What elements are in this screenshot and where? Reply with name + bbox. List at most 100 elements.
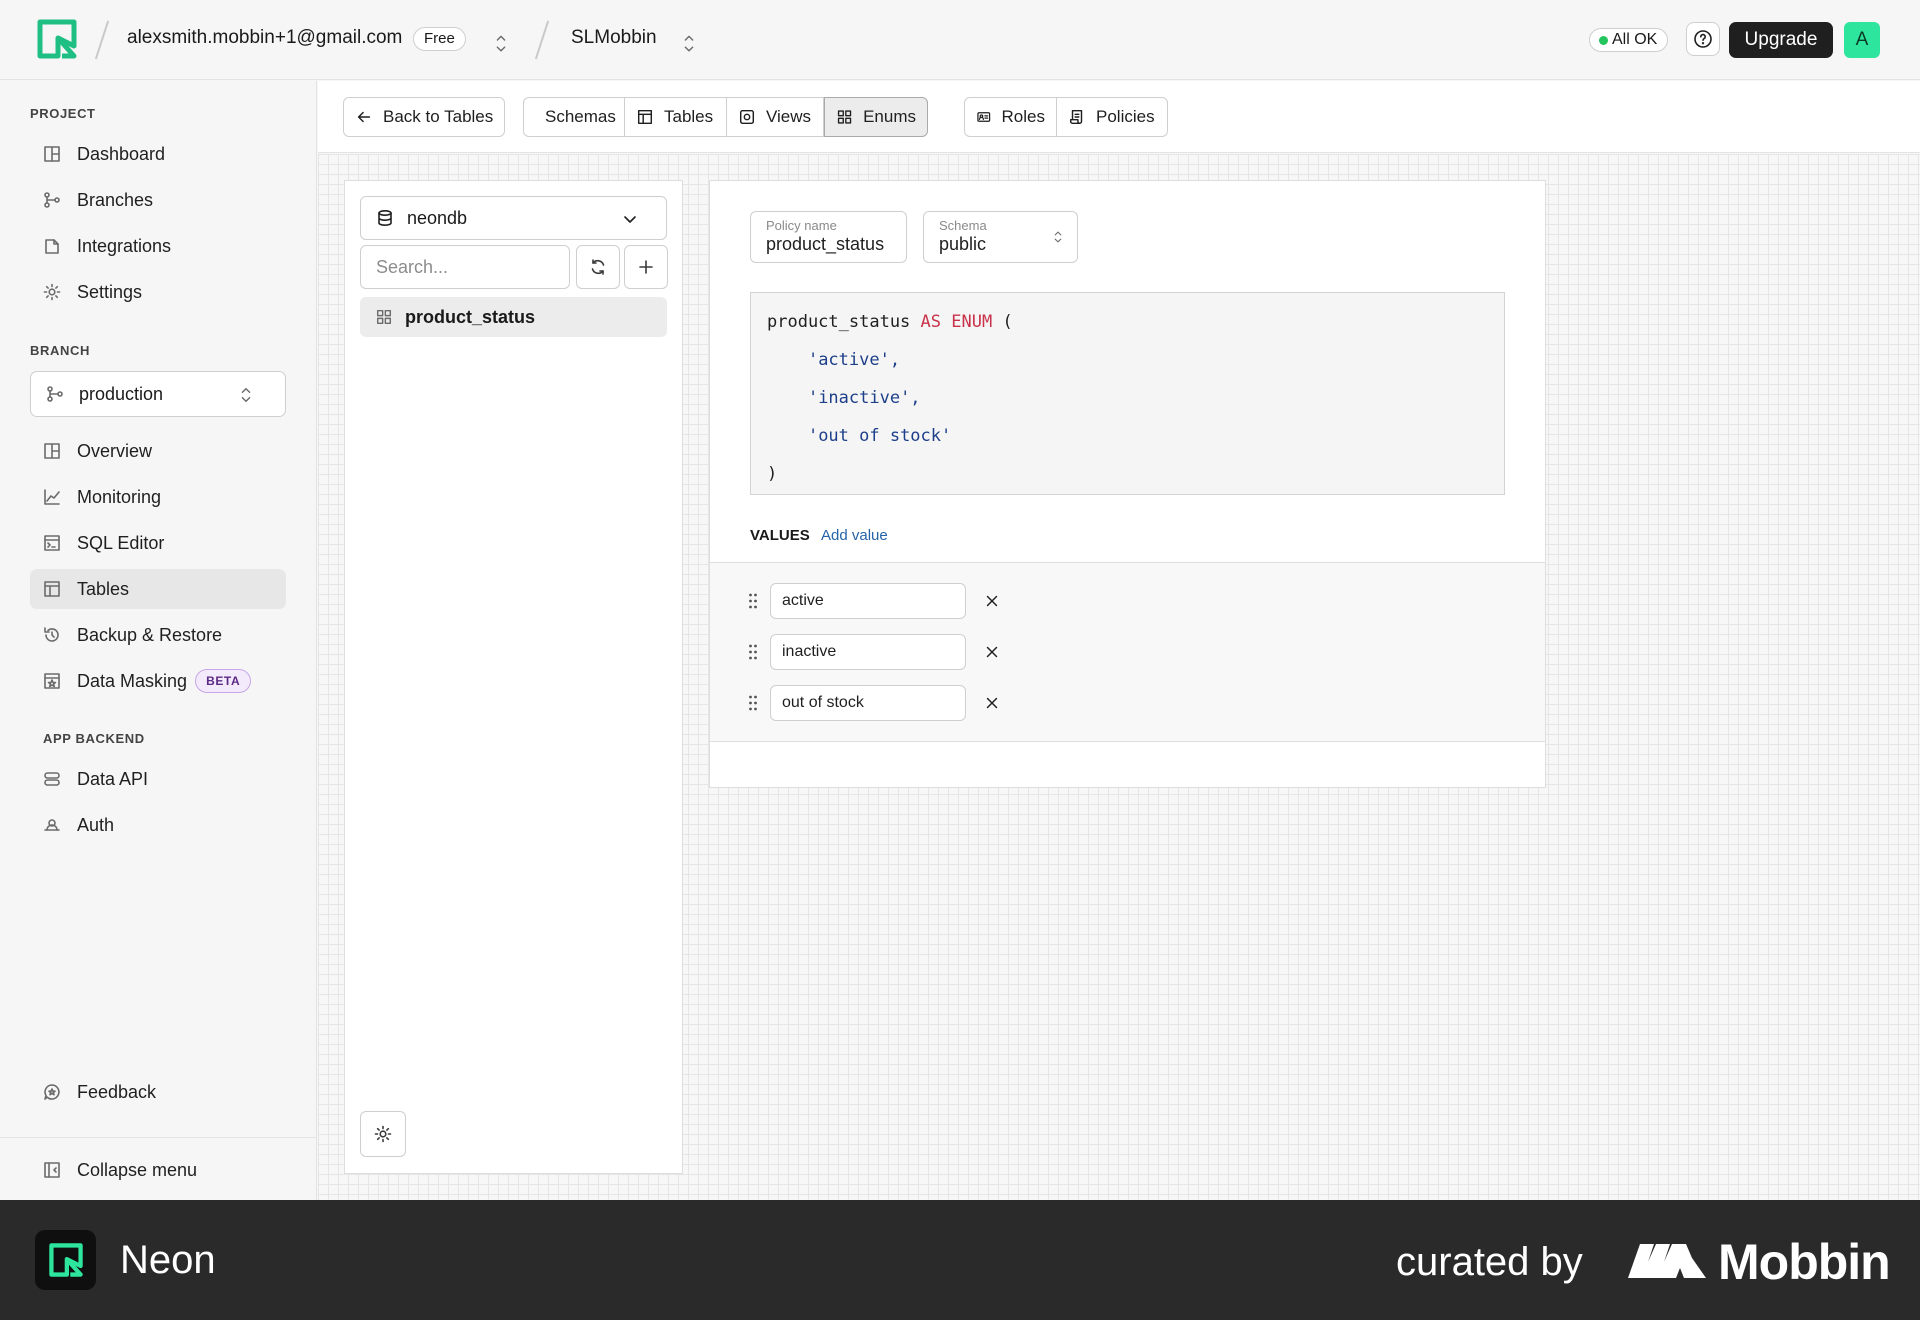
sidebar-item-auth[interactable]: Auth — [30, 805, 286, 845]
chevron-updown-icon — [1054, 231, 1062, 243]
tab-roles-label: Roles — [1001, 107, 1045, 126]
sidebar-item-tables[interactable]: Tables — [30, 569, 286, 609]
sidebar-item-branches[interactable]: Branches — [30, 180, 286, 220]
tab-views-label: Views — [766, 107, 812, 126]
sidebar-item-label: Data API — [77, 768, 149, 789]
section-label-branch: BRANCH — [30, 343, 90, 358]
sidebar-item-integrations[interactable]: Integrations — [30, 226, 286, 266]
search-input[interactable] — [360, 245, 570, 289]
add-value-link[interactable]: Add value — [821, 527, 888, 544]
sidebar-item-settings[interactable]: Settings — [30, 272, 286, 312]
back-to-tables-button[interactable]: Back to Tables — [343, 97, 506, 137]
value-input[interactable] — [770, 583, 966, 619]
footer-banner: Neon curated by Mobbin — [0, 1200, 1920, 1320]
status-badge[interactable]: All OK — [1589, 28, 1669, 52]
tab-tables-label: Tables — [664, 107, 714, 126]
database-select[interactable]: neondb — [360, 196, 667, 240]
database-icon — [378, 209, 392, 226]
schema-select[interactable]: Schema public — [923, 211, 1078, 263]
panel-settings-button[interactable] — [360, 1111, 406, 1157]
refresh-button[interactable] — [576, 245, 620, 289]
tab-enums[interactable]: Enums — [824, 97, 928, 137]
enum-list-panel: neondb product_status — [344, 180, 683, 1174]
close-icon[interactable] — [983, 694, 1001, 712]
code-enum-name: product_status — [767, 312, 911, 332]
sidebar-item-data-api[interactable]: Data API — [30, 759, 286, 799]
branch-select[interactable]: production — [30, 371, 286, 417]
plan-badge: Free — [413, 27, 466, 51]
tab-roles[interactable]: Roles — [964, 97, 1057, 137]
code-value: 'inactive', — [807, 388, 921, 408]
refresh-icon — [591, 259, 605, 275]
sidebar-item-label: Tables — [77, 578, 130, 599]
add-enum-button[interactable] — [624, 245, 668, 289]
close-icon[interactable] — [983, 592, 1001, 610]
tab-views[interactable]: Views — [727, 97, 824, 137]
neon-logo[interactable] — [36, 18, 78, 60]
tables-icon — [44, 581, 60, 597]
sidebar-item-overview[interactable]: Overview — [30, 431, 286, 471]
sidebar: PROJECT Dashboard Branches Integrations … — [0, 81, 317, 1200]
roles-icon — [977, 112, 991, 122]
sidebar-item-backup-restore[interactable]: Backup & Restore — [30, 615, 286, 655]
sidebar-item-sql-editor[interactable]: SQL Editor — [30, 523, 286, 563]
enum-editor-panel: Policy name product_status Schema public… — [709, 180, 1546, 788]
monitoring-icon — [44, 489, 60, 505]
chevron-updown-icon — [241, 387, 251, 403]
enum-name-field[interactable]: Policy name product_status — [750, 211, 907, 263]
value-input[interactable] — [770, 685, 966, 721]
restore-icon — [44, 627, 59, 642]
feedback-button[interactable]: Feedback — [30, 1072, 286, 1112]
footer-app-name: Neon — [120, 1238, 216, 1282]
help-icon — [1694, 30, 1712, 48]
collapse-menu-label: Collapse menu — [77, 1159, 198, 1180]
gear-icon — [43, 283, 61, 301]
tab-schemas[interactable]: Schemas — [523, 97, 625, 137]
project-name[interactable]: SLMobbin — [571, 27, 657, 49]
sidebar-item-label: Data Masking — [77, 670, 188, 691]
code-line-5: ) — [767, 455, 1488, 493]
drag-handle-icon[interactable] — [748, 694, 758, 712]
auth-icon — [44, 819, 60, 831]
collapse-menu-button[interactable]: Collapse menu — [30, 1150, 286, 1190]
sidebar-item-label: Backup & Restore — [77, 624, 223, 645]
section-label-app-backend: APP BACKEND — [43, 731, 145, 746]
tab-tables[interactable]: Tables — [625, 97, 727, 137]
section-label-project: PROJECT — [30, 106, 96, 121]
project-switcher-icon[interactable] — [680, 26, 698, 54]
neon-logo — [35, 1230, 96, 1290]
value-input[interactable] — [770, 634, 966, 670]
views-icon — [739, 109, 755, 125]
drag-handle-icon[interactable] — [748, 592, 758, 610]
tables-icon — [637, 109, 653, 125]
integrations-icon — [45, 239, 59, 254]
code-line-3: 'inactive', — [767, 379, 1488, 417]
value-row — [748, 634, 1048, 670]
code-keywords: AS ENUM — [920, 312, 993, 332]
sidebar-item-monitoring[interactable]: Monitoring — [30, 477, 286, 517]
account-email[interactable]: alexsmith.mobbin+1@gmail.com — [127, 27, 402, 49]
gear-icon — [374, 1125, 392, 1143]
help-button[interactable] — [1686, 22, 1720, 56]
close-icon[interactable] — [983, 643, 1001, 661]
curated-by-label: curated by — [1396, 1240, 1583, 1284]
enums-icon — [837, 110, 852, 124]
sidebar-item-label: Branches — [77, 189, 154, 210]
back-to-tables-label: Back to Tables — [383, 107, 494, 126]
avatar[interactable]: A — [1844, 22, 1880, 58]
sidebar-divider — [0, 1137, 317, 1138]
sidebar-item-data-masking[interactable]: Data Masking BETA — [30, 661, 286, 701]
sidebar-item-dashboard[interactable]: Dashboard — [30, 134, 286, 174]
sidebar-item-label: Integrations — [77, 235, 172, 256]
tab-policies[interactable]: Policies — [1057, 97, 1168, 137]
status-label: All OK — [1612, 31, 1658, 48]
tab-policies-label: Policies — [1096, 107, 1155, 126]
list-item[interactable]: product_status — [360, 297, 667, 337]
enums-icon — [376, 309, 392, 325]
account-switcher-icon[interactable] — [492, 26, 510, 54]
value-row — [748, 583, 1048, 619]
sidebar-item-label: Overview — [77, 440, 153, 461]
upgrade-button[interactable]: Upgrade — [1729, 22, 1833, 58]
drag-handle-icon[interactable] — [748, 643, 758, 661]
dashboard-icon — [44, 146, 60, 162]
